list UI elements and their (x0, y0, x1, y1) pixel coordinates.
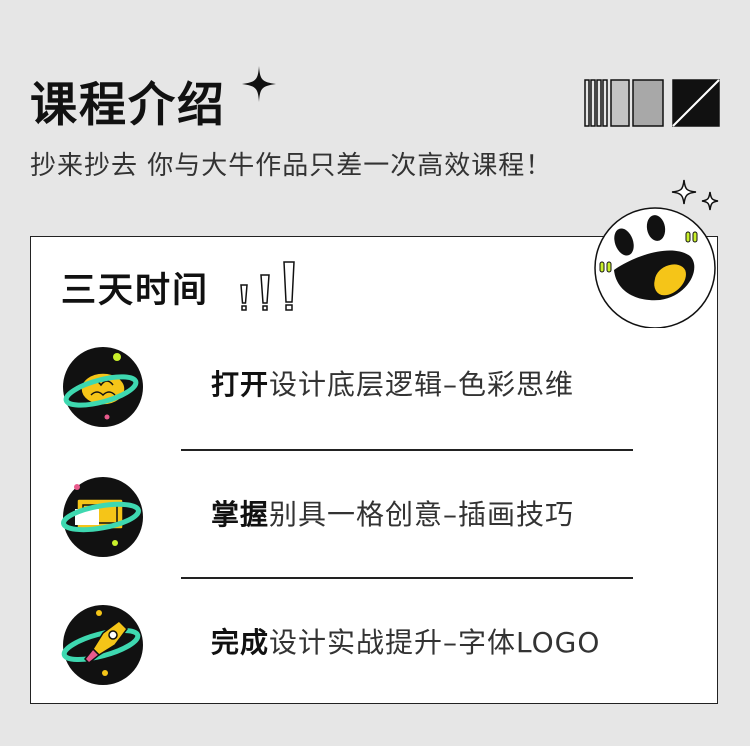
course-item-strong: 打开 (211, 368, 270, 401)
divider (181, 449, 633, 451)
brain-planet-icon (63, 347, 143, 427)
course-item-text: 掌握别具一格创意–插画技巧 (211, 495, 574, 535)
course-item-rest: 设计实战提升–字体LOGO (269, 626, 601, 659)
course-item: 完成设计实战提升–字体LOGO (61, 603, 661, 687)
rocket-planet-icon (61, 605, 143, 685)
page-subtitle: 抄来抄去 你与大牛作品只差一次高效课程！ (30, 151, 553, 181)
screen-planet-icon (61, 477, 143, 557)
course-item-strong: 完成 (211, 626, 270, 659)
card-title: 三天时间 (61, 271, 210, 311)
sparkle-icon (242, 66, 276, 102)
excited-face-icon (594, 179, 719, 328)
course-item-text: 打开设计底层逻辑–色彩思维 (211, 365, 574, 405)
course-item-rest: 设计底层逻辑–色彩思维 (269, 368, 575, 401)
page-title: 课程介绍 (30, 78, 226, 133)
course-item-rest: 别具一格创意–插画技巧 (269, 498, 575, 531)
divider (181, 577, 633, 579)
exclamation-icon (240, 261, 295, 311)
course-item-strong: 掌握 (211, 498, 270, 531)
course-item: 打开设计底层逻辑–色彩思维 (61, 345, 661, 429)
course-item: 掌握别具一格创意–插画技巧 (61, 475, 661, 559)
decorative-bars-icon (584, 79, 720, 127)
course-item-text: 完成设计实战提升–字体LOGO (211, 623, 600, 663)
